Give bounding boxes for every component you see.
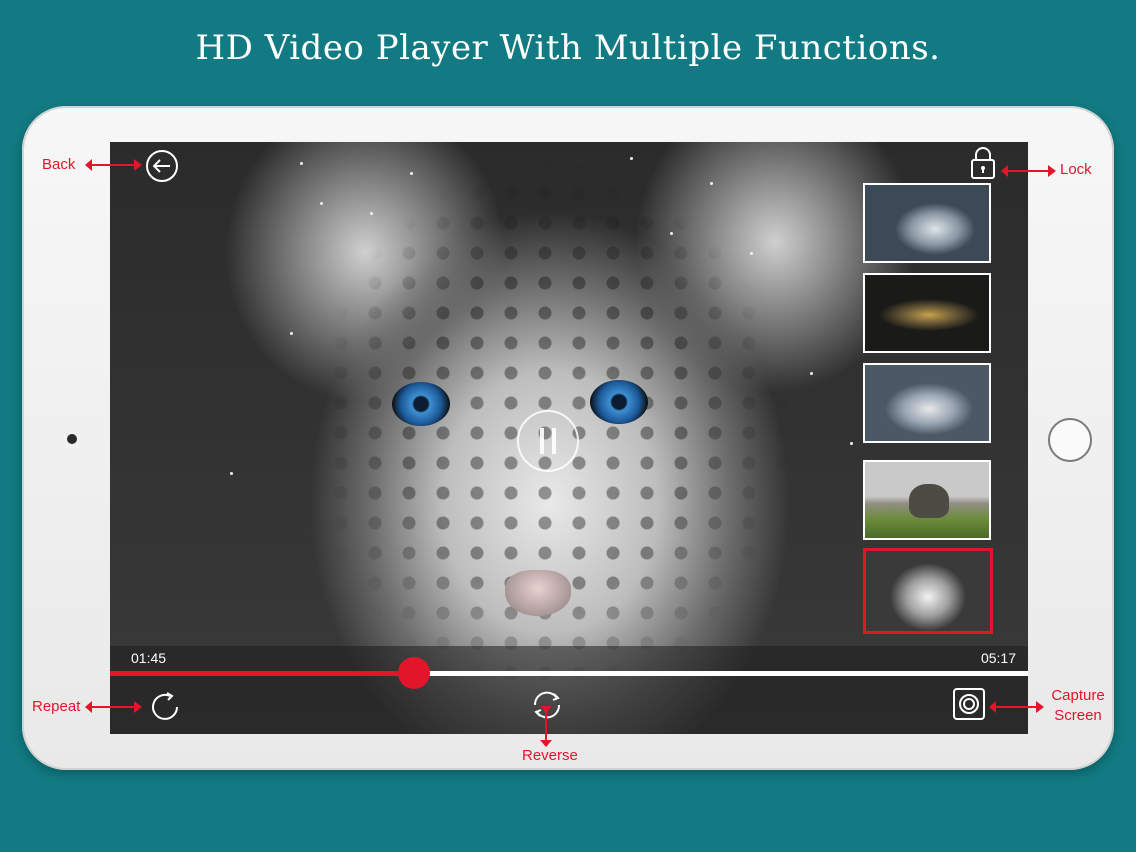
- snow-speck: [850, 442, 853, 445]
- callout-back-label: Back: [42, 156, 76, 173]
- pause-button[interactable]: [517, 410, 579, 472]
- total-time: 05:17: [980, 650, 1016, 666]
- video-screen[interactable]: 01:45 05:17: [110, 142, 1028, 734]
- callout-capture-line1: Capture: [1051, 687, 1105, 704]
- snow-speck: [230, 472, 233, 475]
- snow-speck: [320, 202, 323, 205]
- snow-speck: [290, 332, 293, 335]
- callout-reverse-label: Reverse: [522, 747, 578, 764]
- pause-icon-bar: [552, 428, 556, 454]
- callout-reverse-arrow: [540, 706, 552, 747]
- lock-button[interactable]: [970, 146, 996, 180]
- capture-screen-button[interactable]: [953, 688, 985, 720]
- playlist-thumb-current[interactable]: [863, 548, 993, 634]
- snow-speck: [710, 182, 713, 185]
- leopard-left-eye: [392, 382, 450, 426]
- seek-progress: [110, 671, 414, 676]
- callout-repeat-label: Repeat: [32, 698, 81, 715]
- callout-capture-arrow: [989, 701, 1044, 713]
- leopard-right-eye: [590, 380, 648, 424]
- snow-speck: [370, 212, 373, 215]
- repeat-icon: [152, 692, 178, 720]
- control-bar: [110, 646, 1028, 734]
- current-time: 01:45: [131, 650, 167, 666]
- leopard-nose: [505, 570, 571, 616]
- front-camera: [67, 434, 77, 444]
- lock-icon: [971, 147, 995, 179]
- playlist-thumb-car[interactable]: [863, 273, 991, 353]
- playlist-thumb-snow-leopard[interactable]: [863, 363, 991, 443]
- snow-speck: [810, 372, 813, 375]
- callout-capture-line2: Screen: [1054, 707, 1102, 724]
- playlist-thumb-elephant[interactable]: [863, 460, 991, 540]
- snow-speck: [630, 157, 633, 160]
- snow-speck: [410, 172, 413, 175]
- snow-speck: [300, 162, 303, 165]
- snow-speck: [670, 232, 673, 235]
- pause-icon: [540, 428, 544, 454]
- callout-repeat-arrow: [85, 701, 142, 713]
- home-button[interactable]: [1048, 418, 1092, 462]
- back-button[interactable]: [146, 150, 178, 182]
- seek-handle[interactable]: [397, 657, 430, 689]
- elephant-figure: [909, 484, 949, 518]
- snow-speck: [750, 252, 753, 255]
- callout-capture-label: Capture Screen: [1048, 686, 1108, 726]
- seek-bar[interactable]: [110, 657, 1028, 689]
- callout-lock-arrow: [1001, 165, 1056, 177]
- repeat-button[interactable]: [148, 690, 182, 724]
- back-arrow-icon: [153, 159, 170, 173]
- playlist-thumb-wolf[interactable]: [863, 183, 991, 263]
- callout-back-arrow: [85, 159, 142, 171]
- headline: HD Video Player With Multiple Functions.: [195, 28, 941, 68]
- capture-screen-icon: [959, 694, 979, 714]
- callout-lock-label: Lock: [1060, 161, 1092, 178]
